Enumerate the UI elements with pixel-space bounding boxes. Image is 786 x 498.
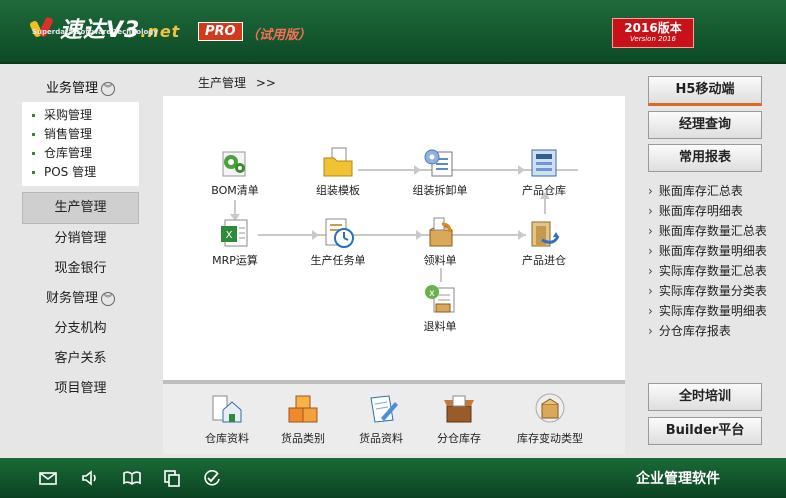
sidebar-item-purchase[interactable]: 采购管理 <box>22 106 139 125</box>
production-flow-panel: BOM清单 组装模板 组装拆卸单 产品仓库 X MRP运算 生产任务单 领料单 … <box>163 96 625 380</box>
flow-node-label: 退料单 <box>423 320 457 333</box>
flow-node-label: 组装模板 <box>316 184 360 197</box>
book-icon[interactable] <box>122 468 142 488</box>
version-main: 2016版本 <box>624 21 682 35</box>
quick-link-label: 货品类别 <box>281 432 325 445</box>
pro-badge: PRO <box>198 22 243 41</box>
quick-link-label: 分仓库存 <box>437 432 481 445</box>
chevron-down-icon[interactable]: ︾ <box>101 81 115 96</box>
flow-connector <box>440 268 442 282</box>
chevron-down-icon[interactable]: ︾ <box>101 291 115 306</box>
flow-node-assembly-template[interactable]: 组装模板 <box>293 146 383 198</box>
open-box-icon <box>441 392 477 426</box>
gear-document-icon <box>422 146 458 180</box>
quick-link-inventory-change-type[interactable]: 库存变动类型 <box>505 392 595 446</box>
flow-node-label: 产品仓库 <box>522 184 566 197</box>
sidebar-item-warehouse[interactable]: 仓库管理 <box>22 144 139 163</box>
sidebar-item-projects[interactable]: 项目管理 <box>22 374 139 404</box>
spreadsheet-icon: X <box>217 216 253 250</box>
report-link[interactable]: 账面库存明细表 <box>648 201 778 221</box>
quick-link-label: 库存变动类型 <box>517 432 583 445</box>
flow-node-product-warehouse[interactable]: 产品仓库 <box>499 146 589 198</box>
flow-node-label: 生产任务单 <box>310 254 366 267</box>
quick-link-goods-category[interactable]: 货品类别 <box>263 392 343 446</box>
sidebar-item-pos[interactable]: POS 管理 <box>22 163 139 182</box>
flow-node-product-inbound[interactable]: 产品进仓 <box>499 216 589 268</box>
clock-document-icon <box>320 216 356 250</box>
quick-link-goods-data[interactable]: 货品资料 <box>341 392 421 446</box>
quick-link-branch-inventory[interactable]: 分仓库存 <box>419 392 499 446</box>
report-link[interactable]: 账面库存汇总表 <box>648 181 778 201</box>
flow-node-assembly-disassembly[interactable]: 组装拆卸单 <box>395 146 485 198</box>
sidebar-item-distribution[interactable]: 分销管理 <box>22 224 139 254</box>
box-arrow-icon <box>422 216 458 250</box>
footer-product-name: 企业管理软件 <box>636 471 720 487</box>
report-list: 账面库存汇总表 账面库存明细表 账面库存数量汇总表 账面库存数量明细表 实际库存… <box>648 181 778 341</box>
report-link[interactable]: 实际库存数量分类表 <box>648 281 778 301</box>
version-badge: 2016版本 Version 2016 <box>612 18 694 48</box>
h5-mobile-button[interactable]: H5移动端 <box>648 76 762 106</box>
pen-document-icon <box>363 392 399 426</box>
sidebar-item-cash-bank[interactable]: 现金银行 <box>22 254 139 284</box>
mail-icon[interactable] <box>38 468 58 488</box>
check-circle-icon[interactable] <box>202 468 222 488</box>
flow-node-label: MRP运算 <box>212 254 258 267</box>
flow-node-label: BOM清单 <box>211 184 259 197</box>
flow-node-material-return[interactable]: x 退料单 <box>395 282 485 334</box>
folder-icon <box>320 146 356 180</box>
sidebar-group-finance[interactable]: 财务管理 ︾ <box>22 284 139 314</box>
flow-node-material-requisition[interactable]: 领料单 <box>395 216 485 268</box>
sidebar-submenu: 采购管理 销售管理 仓库管理 POS 管理 <box>22 102 139 186</box>
flow-node-label: 领料单 <box>423 254 457 267</box>
flow-node-production-task[interactable]: 生产任务单 <box>293 216 383 268</box>
sidebar-group-business[interactable]: 业务管理 ︾ <box>22 76 139 102</box>
trial-label: （试用版） <box>246 28 312 43</box>
sidebar-group-label: 财务管理 <box>45 291 98 306</box>
warehouse-house-icon <box>209 392 245 426</box>
quick-links-panel: 仓库资料 货品类别 货品资料 分仓库存 库存变动类型 <box>163 384 625 454</box>
svg-text:X: X <box>226 230 233 241</box>
sidebar-item-crm[interactable]: 客户关系 <box>22 344 139 374</box>
flow-node-bom[interactable]: BOM清单 <box>190 146 280 198</box>
logo-subtitle: Superdata Software Technology <box>32 28 158 36</box>
common-reports-button[interactable]: 常用报表 <box>648 144 762 172</box>
training-button[interactable]: 全时培训 <box>648 383 762 411</box>
report-link[interactable]: 分仓库存报表 <box>648 321 778 341</box>
breadcrumb-current: 生产管理 <box>198 76 247 90</box>
report-link[interactable]: 账面库存数量明细表 <box>648 241 778 261</box>
speaker-icon[interactable] <box>80 468 100 488</box>
sidebar: 业务管理 ︾ 采购管理 销售管理 仓库管理 POS 管理 生产管理 分销管理 现金… <box>22 76 139 404</box>
return-document-icon: x <box>422 282 458 316</box>
builder-platform-button[interactable]: Builder平台 <box>648 417 762 445</box>
svg-text:x: x <box>429 288 435 299</box>
flow-node-mrp[interactable]: X MRP运算 <box>190 216 280 268</box>
sidebar-item-sales[interactable]: 销售管理 <box>22 125 139 144</box>
box-gear-icon <box>532 392 568 426</box>
app-header: 速达V3.net Superdata Software Technology P… <box>0 0 786 64</box>
breadcrumb-separator: >> <box>255 76 276 90</box>
sidebar-item-branches[interactable]: 分支机构 <box>22 314 139 344</box>
door-arrow-icon <box>526 216 562 250</box>
sidebar-group-label: 业务管理 <box>45 81 98 96</box>
flow-node-label: 组装拆卸单 <box>412 184 468 197</box>
app-footer: 企业管理软件 <box>0 458 786 498</box>
copy-icon[interactable] <box>162 468 182 488</box>
report-link[interactable]: 账面库存数量汇总表 <box>648 221 778 241</box>
sidebar-item-production[interactable]: 生产管理 <box>22 192 139 224</box>
breadcrumb: 生产管理 >> <box>198 74 276 91</box>
quick-link-warehouse-data[interactable]: 仓库资料 <box>187 392 267 446</box>
quick-link-label: 货品资料 <box>359 432 403 445</box>
quick-link-label: 仓库资料 <box>205 432 249 445</box>
boxes-icon <box>285 392 321 426</box>
gear-icon <box>217 146 253 180</box>
warehouse-icon <box>526 146 562 180</box>
report-link[interactable]: 实际库存数量明细表 <box>648 301 778 321</box>
flow-node-label: 产品进仓 <box>522 254 566 267</box>
version-sub: Version 2016 <box>630 35 676 43</box>
report-link[interactable]: 实际库存数量汇总表 <box>648 261 778 281</box>
manager-query-button[interactable]: 经理查询 <box>648 111 762 139</box>
